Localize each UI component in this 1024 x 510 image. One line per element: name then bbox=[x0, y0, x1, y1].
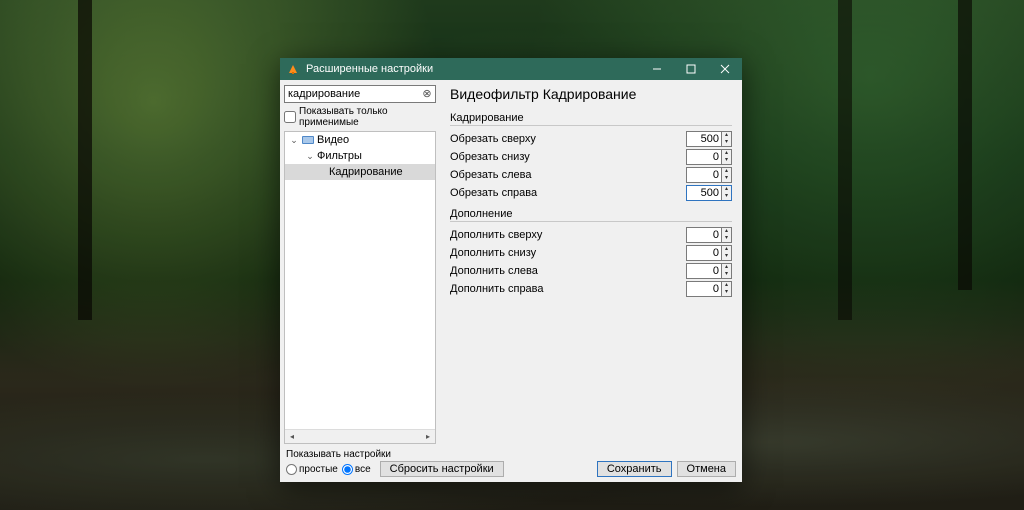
tree-item-video[interactable]: ⌄ Видео bbox=[285, 132, 435, 148]
clear-search-icon[interactable]: ⊗ bbox=[420, 86, 434, 100]
crop-bottom-label: Обрезать снизу bbox=[450, 151, 686, 163]
crop-left-spinner[interactable]: ▴▾ bbox=[686, 167, 732, 183]
tree-item-filters[interactable]: ⌄ Фильтры bbox=[285, 148, 435, 164]
spin-up-icon[interactable]: ▴ bbox=[721, 246, 731, 253]
only-modifiable-label: Показывать только применимые bbox=[299, 106, 436, 128]
crop-right-spinner[interactable]: ▴▾ bbox=[686, 185, 732, 201]
chevron-down-icon: ⌄ bbox=[289, 135, 299, 145]
pad-left-label: Дополнить слева bbox=[450, 265, 686, 277]
settings-tree[interactable]: ⌄ Видео ⌄ Фильтры bbox=[284, 131, 436, 444]
scroll-left-icon[interactable]: ◂ bbox=[285, 430, 299, 444]
pad-bottom-input[interactable] bbox=[687, 247, 721, 259]
settings-panel: Видеофильтр Кадрирование Кадрирование Об… bbox=[440, 80, 742, 448]
search-input[interactable] bbox=[284, 85, 436, 103]
spin-down-icon[interactable]: ▾ bbox=[721, 157, 731, 164]
spin-down-icon[interactable]: ▾ bbox=[721, 289, 731, 296]
crop-group-title: Кадрирование bbox=[450, 112, 732, 126]
spin-down-icon[interactable]: ▾ bbox=[721, 175, 731, 182]
cancel-button[interactable]: Отмена bbox=[677, 461, 736, 477]
spin-up-icon[interactable]: ▴ bbox=[721, 282, 731, 289]
spin-up-icon[interactable]: ▴ bbox=[721, 228, 731, 235]
pad-group: Дополнение Дополнить сверху ▴▾ Дополнить… bbox=[450, 208, 732, 298]
tree-item-crop[interactable]: Кадрирование bbox=[285, 164, 435, 180]
save-button[interactable]: Сохранить bbox=[597, 461, 672, 477]
spin-down-icon[interactable]: ▾ bbox=[721, 253, 731, 260]
pad-right-spinner[interactable]: ▴▾ bbox=[686, 281, 732, 297]
pad-top-input[interactable] bbox=[687, 229, 721, 241]
crop-right-label: Обрезать справа bbox=[450, 187, 686, 199]
spin-down-icon[interactable]: ▾ bbox=[721, 235, 731, 242]
app-icon bbox=[286, 62, 300, 76]
crop-bottom-spinner[interactable]: ▴▾ bbox=[686, 149, 732, 165]
show-settings-label: Показывать настройки bbox=[286, 449, 592, 460]
spin-up-icon[interactable]: ▴ bbox=[721, 150, 731, 157]
spin-down-icon[interactable]: ▾ bbox=[721, 139, 731, 146]
scroll-right-icon[interactable]: ▸ bbox=[421, 430, 435, 444]
pad-bottom-label: Дополнить снизу bbox=[450, 247, 686, 259]
spin-down-icon[interactable]: ▾ bbox=[721, 271, 731, 278]
close-button[interactable] bbox=[708, 58, 742, 80]
only-modifiable-checkbox[interactable] bbox=[284, 111, 296, 123]
spin-up-icon[interactable]: ▴ bbox=[721, 132, 731, 139]
pad-group-title: Дополнение bbox=[450, 208, 732, 222]
footer: Показывать настройки простые все Сбросит… bbox=[280, 448, 742, 482]
chevron-down-icon: ⌄ bbox=[305, 151, 315, 161]
crop-top-spinner[interactable]: ▴▾ bbox=[686, 131, 732, 147]
pad-bottom-spinner[interactable]: ▴▾ bbox=[686, 245, 732, 261]
crop-bottom-input[interactable] bbox=[687, 151, 721, 163]
minimize-button[interactable] bbox=[640, 58, 674, 80]
pad-left-input[interactable] bbox=[687, 265, 721, 277]
crop-group: Кадрирование Обрезать сверху ▴▾ Обрезать… bbox=[450, 112, 732, 202]
window-title: Расширенные настройки bbox=[306, 63, 433, 75]
pad-top-spinner[interactable]: ▴▾ bbox=[686, 227, 732, 243]
radio-simple[interactable]: простые bbox=[286, 464, 338, 475]
crop-right-input[interactable] bbox=[687, 187, 721, 199]
tree-horizontal-scrollbar[interactable]: ◂ ▸ bbox=[285, 429, 435, 443]
spin-up-icon[interactable]: ▴ bbox=[721, 186, 731, 193]
spin-down-icon[interactable]: ▾ bbox=[721, 193, 731, 200]
crop-left-label: Обрезать слева bbox=[450, 169, 686, 181]
panel-heading: Видеофильтр Кадрирование bbox=[450, 86, 732, 102]
pad-left-spinner[interactable]: ▴▾ bbox=[686, 263, 732, 279]
crop-top-input[interactable] bbox=[687, 133, 721, 145]
sidebar: ⊗ Показывать только применимые ⌄ Видео bbox=[280, 80, 440, 448]
radio-all[interactable]: все bbox=[342, 464, 371, 475]
video-icon bbox=[301, 133, 315, 147]
maximize-button[interactable] bbox=[674, 58, 708, 80]
spin-up-icon[interactable]: ▴ bbox=[721, 264, 731, 271]
pad-right-input[interactable] bbox=[687, 283, 721, 295]
pad-right-label: Дополнить справа bbox=[450, 283, 686, 295]
crop-top-label: Обрезать сверху bbox=[450, 133, 686, 145]
titlebar[interactable]: Расширенные настройки bbox=[280, 58, 742, 80]
crop-left-input[interactable] bbox=[687, 169, 721, 181]
spin-up-icon[interactable]: ▴ bbox=[721, 168, 731, 175]
reset-button[interactable]: Сбросить настройки bbox=[380, 461, 504, 477]
advanced-settings-window: Расширенные настройки ⊗ Показывать тольк… bbox=[280, 58, 742, 482]
pad-top-label: Дополнить сверху bbox=[450, 229, 686, 241]
